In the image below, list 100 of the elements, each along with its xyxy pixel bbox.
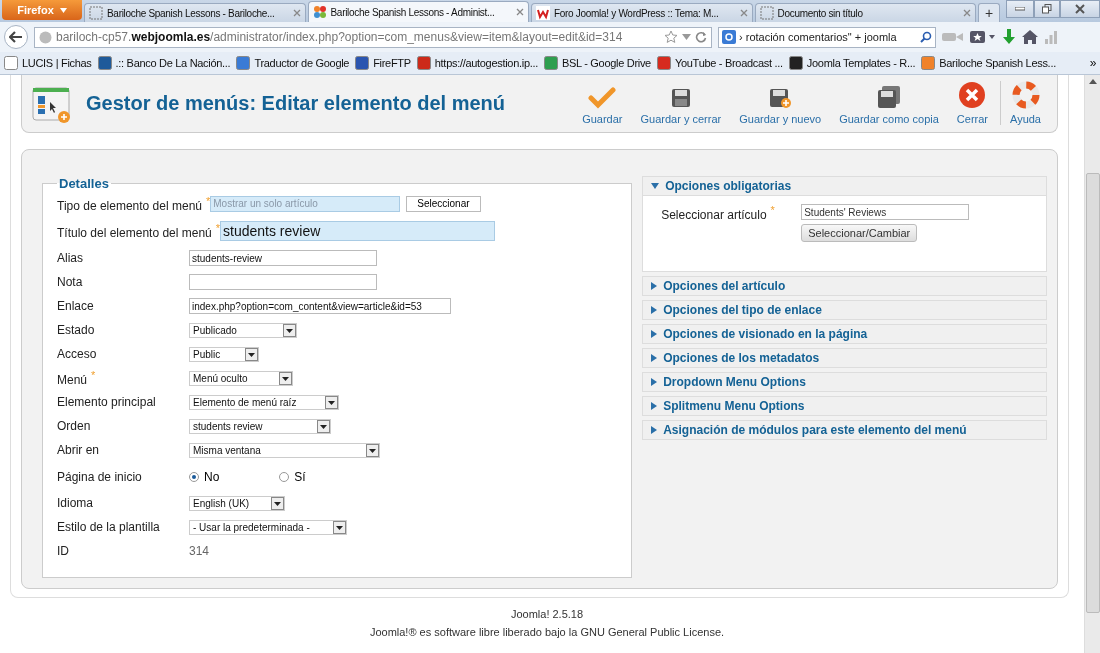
close-icon[interactable] (292, 9, 301, 17)
close-icon[interactable] (739, 9, 748, 17)
toolbar-button[interactable]: Guardar y nuevo (733, 87, 828, 125)
restore-icon (1042, 4, 1052, 14)
select-dropdown[interactable]: - Usar la predeterminada - (189, 519, 347, 535)
bookmark-link[interactable]: https://autogestion.ip... (416, 56, 538, 70)
favicon-icon (544, 56, 558, 70)
accordion-header[interactable]: Opciones del tipo de enlace (643, 301, 1046, 319)
select-dropdown[interactable]: Menú oculto (189, 370, 293, 386)
version-text: Joomla! 2.5.18 (510, 608, 584, 620)
select-dropdown[interactable]: students review (189, 418, 331, 434)
article-field[interactable]: Students' Reviews (801, 204, 970, 220)
details-legend: Detalles (57, 176, 111, 191)
search-engine-icon[interactable] (722, 30, 736, 44)
page-title: Gestor de menús: Editar elemento del menú (86, 92, 505, 115)
caret-icon (59, 7, 67, 13)
collapsed-triangle-icon (651, 426, 658, 434)
browser-tab[interactable]: Bariloche Spanish Lessons - Bariloche... (84, 3, 306, 22)
floppy-disk-plus-icon (768, 87, 793, 109)
blank-page-icon (759, 6, 774, 20)
close-icon[interactable] (963, 9, 971, 17)
restore-button[interactable] (1034, 0, 1060, 18)
blank-page-icon (89, 6, 103, 20)
bookmark-link[interactable]: Joomla Templates - R... (788, 56, 916, 70)
close-icon (958, 81, 987, 109)
toolbar-button[interactable]: Ayuda (1000, 81, 1047, 125)
field-label: ID (57, 544, 70, 558)
browser-tab[interactable]: Bariloche Spanish Lessons - Administ... (307, 1, 529, 22)
select-change-button[interactable]: Seleccionar/Cambiar (801, 224, 918, 242)
select-dropdown[interactable]: Misma ventana (189, 442, 380, 458)
checkmark-icon (588, 87, 617, 109)
favicon-icon (656, 56, 671, 70)
bookmarks-star-icon[interactable] (970, 30, 996, 44)
select-dropdown[interactable]: English (UK) (189, 495, 285, 511)
accordion-header[interactable]: Opciones de los metadatos (643, 349, 1046, 367)
accordion-header[interactable]: Splitmenu Menu Options (643, 397, 1046, 415)
close-icon[interactable] (516, 8, 524, 16)
favicon-icon (355, 56, 370, 70)
title-field[interactable]: students review (220, 221, 496, 241)
reload-icon[interactable] (695, 31, 707, 43)
toolbar-button[interactable]: Cerrar (950, 81, 994, 125)
stacked-floppy-icon (876, 85, 902, 109)
favicon-icon (4, 56, 18, 70)
new-tab-button[interactable]: + (978, 3, 1000, 22)
accordion-header[interactable]: Asignación de módulos para este elemento del menú (643, 421, 1046, 439)
text-field[interactable] (189, 274, 377, 290)
collapsed-triangle-icon (651, 378, 658, 386)
url-field[interactable]: bariloch-cp57.webjoomla.es/administrator/index.php?option=com_menus&view=item&layout=edit&id=314 (34, 26, 712, 48)
field-label: Orden (57, 419, 92, 433)
id-value: 314 (189, 544, 210, 558)
minimize-icon (1015, 7, 1025, 11)
select-button[interactable]: Seleccionar (406, 195, 481, 212)
field-label: Estilo de la plantilla (57, 520, 161, 534)
favicon-icon (788, 56, 803, 70)
select-dropdown[interactable]: Elemento de menú raíz (189, 394, 339, 410)
text-field[interactable]: students-review (189, 250, 377, 266)
bookmark-link[interactable]: Bariloche Spanish Less... (921, 56, 1056, 70)
field-label: Elemento principal (57, 395, 157, 409)
browser-tab[interactable]: Foro Joomla! y WordPress :: Tema: M... (531, 3, 753, 22)
bookmark-link[interactable]: YouTube - Broadcast ... (656, 56, 783, 70)
radio-option[interactable]: No (189, 469, 220, 484)
field-label: Acceso (57, 347, 98, 361)
dropdown-icon[interactable] (682, 34, 691, 40)
download-arrow-icon[interactable] (1002, 29, 1016, 45)
collapsed-triangle-icon (651, 282, 658, 290)
select-dropdown[interactable]: Publicado (189, 322, 297, 338)
home-icon[interactable] (1022, 30, 1038, 44)
expanded-triangle-icon (651, 183, 660, 189)
bookmark-link[interactable]: Traductor de Google (236, 56, 350, 70)
close-icon (1075, 4, 1085, 14)
accordion-header[interactable]: Dropdown Menu Options (643, 373, 1046, 391)
toolbar-button[interactable]: Guardar (576, 87, 629, 125)
accordion-header[interactable]: Opciones de visionado en la página (643, 325, 1046, 343)
toolbar-button[interactable]: Guardar como copia (833, 85, 945, 125)
bookmark-link[interactable]: FireFTP (355, 56, 411, 70)
text-field[interactable]: index.php?option=com_content&view=article&id=53 (189, 298, 451, 314)
field-label: Idioma (57, 496, 95, 510)
more-bookmarks-chevron[interactable]: » (1089, 56, 1096, 70)
accordion-header[interactable]: Opciones obligatorias (643, 177, 1046, 195)
life-ring-icon (1011, 81, 1040, 109)
field-label: Abrir en (57, 443, 101, 457)
browser-tab[interactable]: Documento sin título (754, 3, 976, 22)
search-icon[interactable] (920, 31, 932, 43)
scrollbar[interactable] (1084, 75, 1100, 653)
close-window-button[interactable] (1060, 0, 1100, 18)
back-button[interactable] (4, 25, 28, 49)
field-label: Alias (57, 251, 84, 265)
toolbar-button[interactable]: Guardar y cerrar (634, 87, 728, 125)
bookmark-link[interactable]: BSL - Google Drive (544, 56, 651, 70)
select-dropdown[interactable]: Public (189, 346, 259, 362)
signal-bars-icon (1044, 30, 1058, 44)
accordion-header[interactable]: Opciones del artículo (643, 277, 1046, 295)
star-icon[interactable] (664, 30, 678, 44)
radio-option[interactable]: Sí (279, 469, 306, 484)
collapsed-triangle-icon (651, 306, 658, 314)
bookmark-link[interactable]: LUCIS | Fichas (4, 56, 92, 70)
bookmark-link[interactable]: .:: Banco De La Nación... (97, 56, 231, 70)
search-field[interactable]: › rotación comentarios" + joomla (718, 26, 936, 48)
scrollbar-thumb[interactable] (1085, 173, 1100, 613)
collapsed-triangle-icon (651, 402, 658, 410)
